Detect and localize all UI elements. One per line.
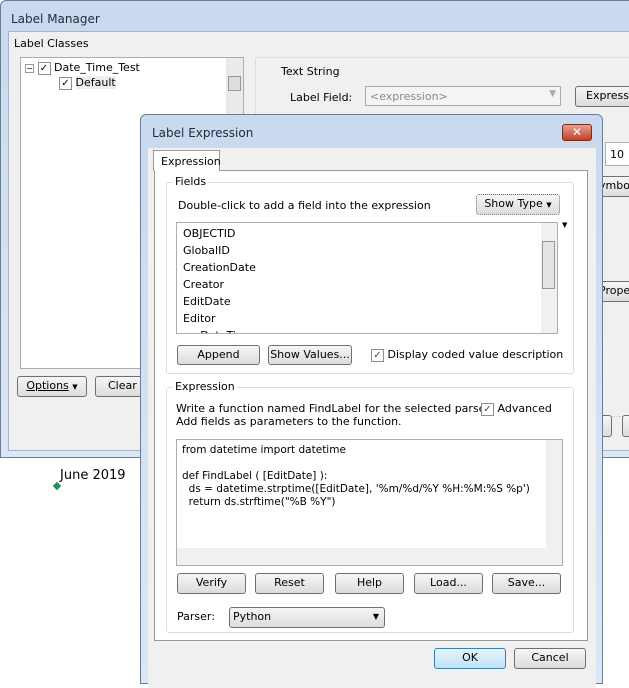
tree-item-label: Date_Time_Test: [54, 61, 140, 74]
expression-button[interactable]: Expressio: [575, 86, 629, 107]
verify-button[interactable]: Verify: [177, 573, 246, 594]
parser-select[interactable]: Python ▼: [229, 607, 385, 628]
cancel-button[interactable]: Cancel: [514, 648, 586, 669]
ok-button[interactable]: OK: [434, 648, 506, 669]
checkbox-date-time-test[interactable]: ✓: [37, 61, 51, 75]
code-hscrollbar[interactable]: [177, 548, 562, 565]
options-button[interactable]: Options ▼: [17, 376, 87, 397]
text-string-heading: Text String: [279, 65, 342, 78]
chevron-down-icon: ▼: [372, 612, 379, 621]
fields-scrollbar[interactable]: [541, 223, 557, 333]
show-values-button[interactable]: Show Values...: [268, 345, 352, 365]
collapse-icon[interactable]: −: [25, 64, 34, 73]
field-item[interactable]: EditDate: [183, 293, 551, 310]
field-item[interactable]: OBJECTID: [183, 225, 551, 242]
help-button[interactable]: Help: [335, 573, 404, 594]
field-item[interactable]: Creator: [183, 276, 551, 293]
field-item[interactable]: Editor: [183, 310, 551, 327]
checkmark-icon: ✓: [371, 348, 384, 362]
label-field-label: Label Field:: [290, 91, 353, 104]
fields-hint: Double-click to add a field into the exp…: [178, 199, 431, 212]
font-size-field[interactable]: 10: [605, 142, 629, 166]
show-type-button[interactable]: Show Type ▼: [476, 194, 560, 215]
label-field-value: <expression>: [370, 90, 448, 103]
cancel-button-bg[interactable]: [622, 415, 629, 437]
save-button[interactable]: Save...: [492, 573, 561, 594]
expression-code-editor[interactable]: from datetime import datetime def FindLa…: [176, 439, 563, 566]
tree-item-date-time-test[interactable]: − ✓ Date_Time_Test: [25, 61, 140, 75]
field-item[interactable]: myDateTime: [183, 327, 551, 333]
checkmark-icon: ✓: [481, 402, 494, 416]
append-button[interactable]: Append: [177, 345, 260, 365]
map-point[interactable]: [52, 481, 62, 491]
expression-code[interactable]: from datetime import datetime def FindLa…: [177, 440, 562, 513]
load-button[interactable]: Load...: [414, 573, 483, 594]
checkbox-default[interactable]: ✓: [59, 76, 72, 90]
parser-label: Parser:: [177, 610, 215, 623]
expression-hint-2: Add fields as parameters to the function…: [176, 415, 402, 428]
label-field-combo[interactable]: <expression> ▼: [365, 86, 561, 106]
close-icon: ✕: [571, 125, 583, 139]
close-button[interactable]: ✕: [562, 124, 592, 141]
reset-button[interactable]: Reset: [255, 573, 324, 594]
dropdown-arrow-icon: ▼: [72, 383, 78, 391]
chevron-down-icon: ▼: [549, 89, 556, 99]
tree-item-default[interactable]: ✓ Default: [59, 76, 116, 90]
field-item[interactable]: CreationDate: [183, 259, 551, 276]
label-classes-heading: Label Classes: [14, 37, 89, 50]
display-coded-checkbox[interactable]: ✓ Display coded value description: [371, 348, 563, 362]
tab-expression[interactable]: Expression: [153, 150, 221, 171]
dialog-title: Label Expression: [152, 126, 254, 140]
label-manager-title: Label Manager: [11, 12, 100, 26]
tree-item-label: Default: [75, 76, 116, 89]
sort-icon[interactable]: ▼: [562, 221, 567, 229]
code-vscrollbar[interactable]: [546, 440, 562, 548]
dropdown-arrow-icon: ▼: [546, 201, 552, 209]
fields-list[interactable]: OBJECTID GlobalID CreationDate Creator EditD…: [176, 222, 558, 334]
field-item[interactable]: GlobalID: [183, 242, 551, 259]
advanced-checkbox[interactable]: ✓ Advanced: [481, 402, 552, 416]
map-label: June 2019: [60, 468, 126, 483]
expression-hint-1: Write a function named FindLabel for the…: [176, 402, 493, 415]
